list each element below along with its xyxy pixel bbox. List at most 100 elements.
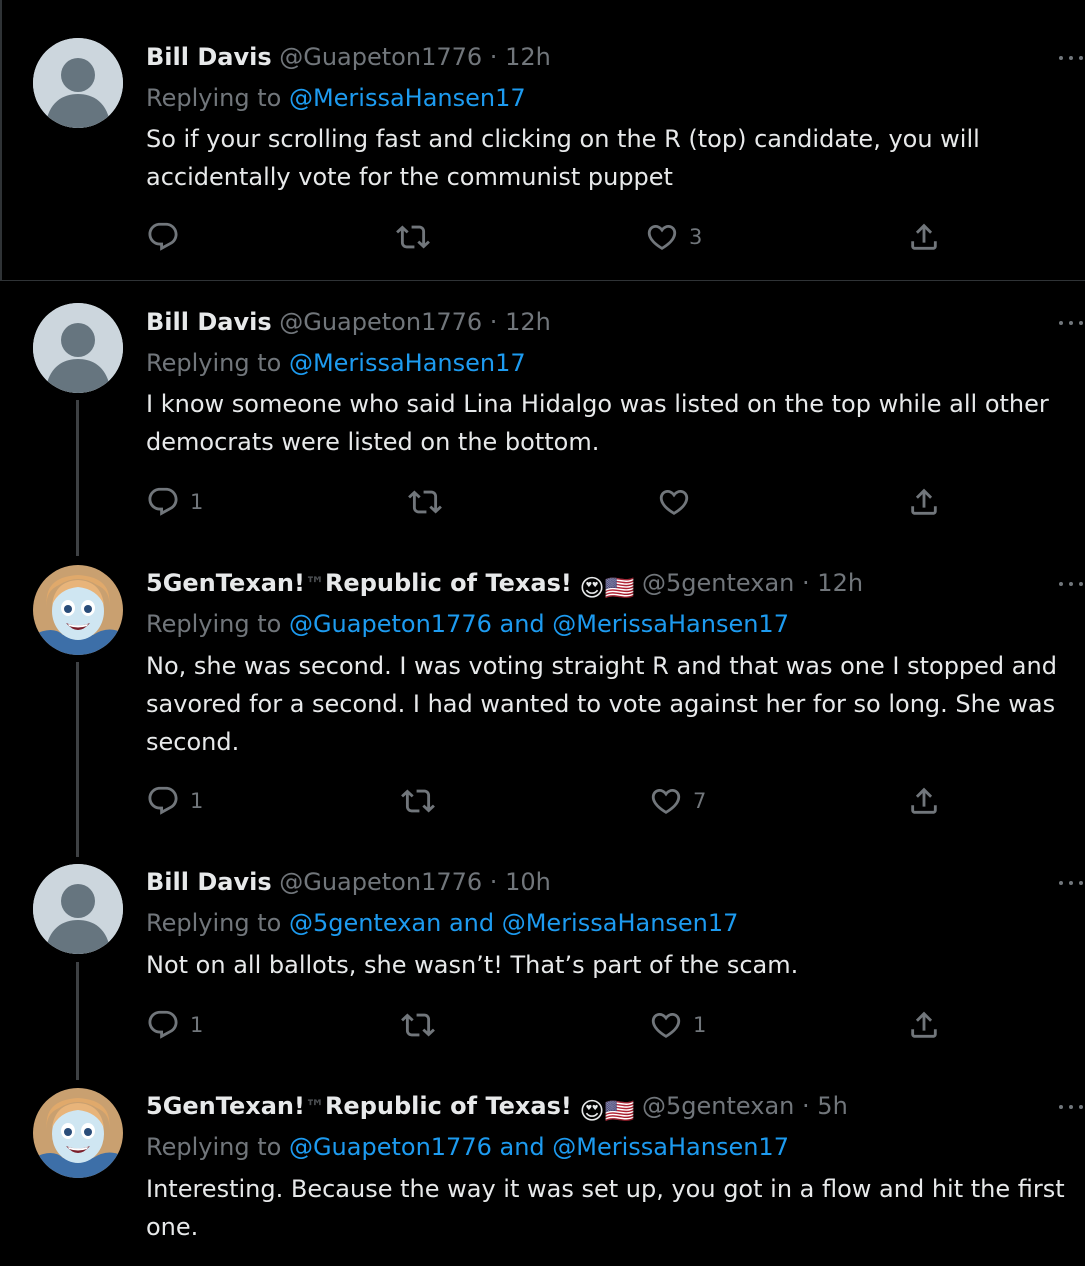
separator-dot: · — [802, 1092, 810, 1120]
reply-button[interactable]: 1 — [146, 784, 203, 818]
like-button[interactable]: 7 — [649, 784, 706, 818]
tweet-3[interactable]: 5GenTexan!™Republic of Texas! 😍🇺🇸 @5gent… — [0, 541, 1085, 841]
default-avatar-icon — [33, 303, 123, 393]
tweet-header: 5GenTexan!™Republic of Texas! 😍🇺🇸 @5gent… — [146, 568, 863, 603]
like-button[interactable] — [657, 485, 701, 519]
avatar[interactable] — [33, 565, 123, 655]
reply-icon — [146, 485, 180, 519]
profile-picture-icon — [33, 1088, 123, 1178]
avatar[interactable] — [33, 38, 123, 128]
replying-to-label: Replying to — [146, 909, 282, 937]
reply-mentions[interactable]: @Guapeton1776 and @MerissaHansen17 — [289, 1133, 789, 1161]
like-count: 7 — [693, 789, 707, 813]
action-bar: 1 7 — [146, 784, 946, 818]
share-icon — [907, 485, 941, 519]
heart-icon — [649, 1008, 683, 1042]
replying-to-label: Replying to — [146, 349, 282, 377]
display-name[interactable]: Bill Davis — [146, 43, 272, 71]
timestamp[interactable]: 12h — [817, 569, 863, 597]
display-name[interactable]: 5GenTexan!™Republic of Texas! — [146, 569, 572, 597]
reply-button[interactable]: 1 — [146, 485, 203, 519]
retweet-icon — [401, 1008, 435, 1042]
tweet-4[interactable]: Bill Davis @Guapeton1776 · 10h Replying … — [0, 841, 1085, 1065]
display-name-part: Republic of Texas! — [324, 569, 572, 597]
more-icon[interactable] — [1059, 317, 1085, 329]
avatar[interactable] — [33, 1088, 123, 1178]
separator-dot: · — [489, 868, 498, 896]
reply-button[interactable]: 1 — [146, 1008, 203, 1042]
avatar[interactable] — [33, 864, 123, 954]
like-button[interactable]: 1 — [649, 1008, 706, 1042]
retweet-icon — [408, 485, 442, 519]
user-handle[interactable]: @Guapeton1776 — [279, 308, 482, 336]
reply-mentions[interactable]: @Guapeton1776 and @MerissaHansen17 — [289, 610, 789, 638]
retweet-button[interactable] — [408, 485, 452, 519]
timestamp[interactable]: 10h — [505, 868, 551, 896]
tweet-text: Not on all ballots, she wasn’t! That’s p… — [146, 951, 799, 979]
tweet-text: Interesting. Because the way it was set … — [146, 1175, 1065, 1241]
user-handle[interactable]: @Guapeton1776 — [279, 868, 482, 896]
more-icon[interactable] — [1059, 1101, 1085, 1113]
replying-to: Replying to @MerissaHansen17 — [146, 348, 526, 378]
tweet-header: Bill Davis @Guapeton1776 · 10h — [146, 867, 551, 897]
retweet-button[interactable] — [401, 1008, 445, 1042]
share-button[interactable] — [907, 1008, 941, 1042]
heart-eyes-flag-emoji-icon: 😍🇺🇸 — [579, 1097, 635, 1125]
user-handle[interactable]: @Guapeton1776 — [279, 43, 482, 71]
share-button[interactable] — [907, 784, 941, 818]
user-handle[interactable]: @5gentexan — [642, 569, 794, 597]
reply-icon — [146, 1008, 180, 1042]
display-name-part: 5GenTexan! — [146, 1092, 305, 1120]
replying-to: Replying to @Guapeton1776 and @MerissaHa… — [146, 609, 789, 639]
reply-button[interactable] — [146, 220, 190, 254]
replying-to: Replying to @5gentexan and @MerissaHanse… — [146, 908, 738, 938]
reply-count: 1 — [190, 490, 204, 514]
reply-mentions[interactable]: @MerissaHansen17 — [289, 84, 526, 112]
timestamp[interactable]: 12h — [505, 308, 551, 336]
retweet-icon — [401, 784, 435, 818]
like-count: 1 — [693, 1013, 707, 1037]
more-icon[interactable] — [1059, 52, 1085, 64]
avatar[interactable] — [33, 303, 123, 393]
heart-icon — [657, 485, 691, 519]
tweet-header: Bill Davis @Guapeton1776 · 12h — [146, 307, 551, 337]
action-bar: 1 — [146, 485, 946, 519]
separator-dot: · — [489, 43, 498, 71]
action-bar: 1 1 — [146, 1008, 946, 1042]
retweet-button[interactable] — [396, 220, 440, 254]
action-bar: 3 — [146, 220, 946, 254]
trademark-mark: ™ — [304, 572, 325, 596]
tweet-text: No, she was second. I was voting straigh… — [146, 652, 1057, 756]
reply-mentions[interactable]: @MerissaHansen17 — [289, 349, 526, 377]
more-icon[interactable] — [1059, 578, 1085, 590]
default-avatar-icon — [33, 864, 123, 954]
separator-dot: · — [802, 569, 810, 597]
display-name-part: 5GenTexan! — [146, 569, 305, 597]
share-icon — [907, 1008, 941, 1042]
more-icon[interactable] — [1059, 877, 1085, 889]
share-button[interactable] — [907, 220, 941, 254]
reply-mentions[interactable]: @5gentexan and @MerissaHansen17 — [289, 909, 738, 937]
replying-to-label: Replying to — [146, 610, 282, 638]
heart-icon — [649, 784, 683, 818]
retweet-icon — [396, 220, 430, 254]
display-name[interactable]: Bill Davis — [146, 308, 272, 336]
tweet-1[interactable]: Bill Davis @Guapeton1776 · 12h Replying … — [0, 0, 1085, 280]
tweet-text: So if your scrolling fast and clicking o… — [146, 125, 980, 191]
retweet-button[interactable] — [401, 784, 445, 818]
profile-picture-icon — [33, 565, 123, 655]
timestamp[interactable]: 5h — [817, 1092, 847, 1120]
tweet-header: 5GenTexan!™Republic of Texas! 😍🇺🇸 @5gent… — [146, 1091, 848, 1126]
like-count: 3 — [689, 225, 703, 249]
user-handle[interactable]: @5gentexan — [642, 1092, 794, 1120]
share-icon — [907, 220, 941, 254]
timestamp[interactable]: 12h — [505, 43, 551, 71]
display-name[interactable]: Bill Davis — [146, 868, 272, 896]
display-name-part: Republic of Texas! — [324, 1092, 572, 1120]
replying-to: Replying to @Guapeton1776 and @MerissaHa… — [146, 1132, 789, 1162]
display-name[interactable]: 5GenTexan!™Republic of Texas! — [146, 1092, 572, 1120]
share-button[interactable] — [907, 485, 941, 519]
like-button[interactable]: 3 — [645, 220, 702, 254]
tweet-5[interactable]: 5GenTexan!™Republic of Texas! 😍🇺🇸 @5gent… — [0, 1065, 1085, 1266]
tweet-2[interactable]: Bill Davis @Guapeton1776 · 12h Replying … — [0, 281, 1085, 541]
